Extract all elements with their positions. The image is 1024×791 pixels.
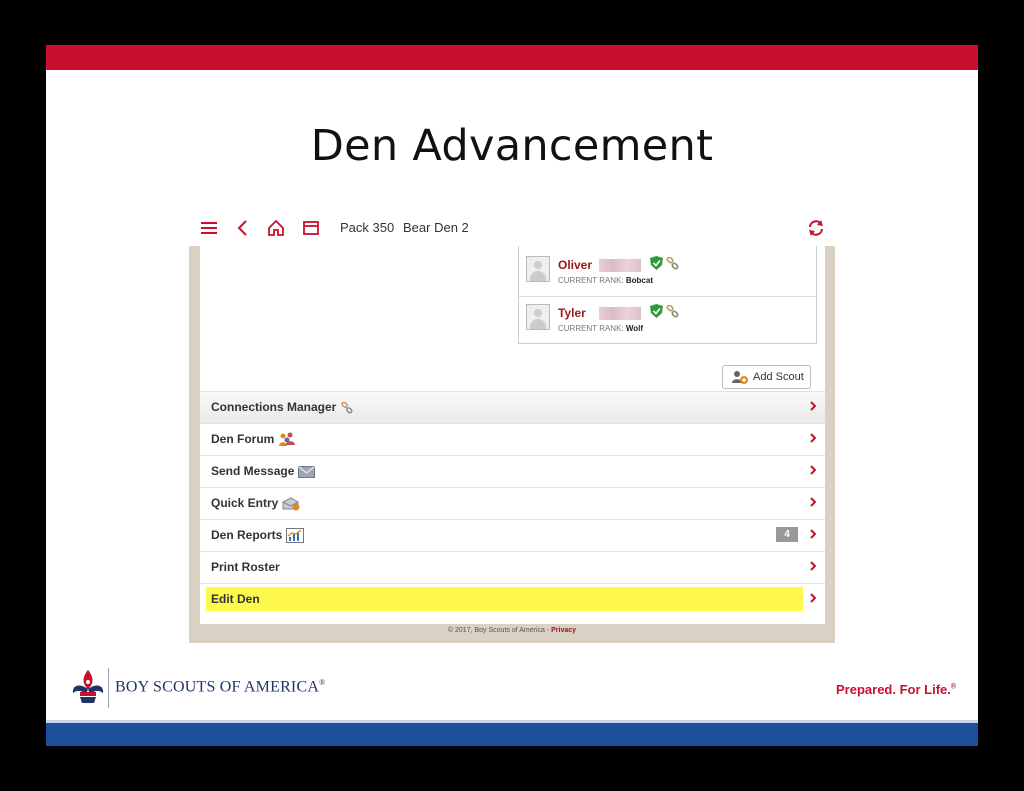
reports-count-badge: 4 — [776, 527, 798, 542]
people-icon — [279, 432, 296, 447]
scout-roster: Oliver CURRENT RANK: Bobcat Tyler CURREN… — [518, 246, 817, 344]
menu-item-den-reports[interactable]: Den Reports 4 — [200, 519, 825, 551]
redacted-surname — [599, 307, 641, 320]
chevron-right-icon — [810, 561, 817, 571]
logo-divider — [108, 668, 109, 708]
menu-item-label: Edit Den — [211, 592, 260, 606]
slide: Den Advancement Pack 350 Bear Den 2 Oliv… — [46, 45, 978, 746]
menu-item-label: Send Message — [211, 464, 295, 478]
app-screenshot: Pack 350 Bear Den 2 Oliver CURRENT RANK:… — [189, 210, 835, 643]
brand-name: BOY SCOUTS OF AMERICA® — [115, 678, 326, 696]
shield-check-icon — [650, 256, 663, 270]
scout-row[interactable]: Oliver CURRENT RANK: Bobcat — [519, 249, 816, 295]
copyright-text: © 2017, Boy Scouts of America - — [447, 627, 552, 634]
slide-title: Den Advancement — [310, 121, 714, 171]
menu-icon[interactable] — [199, 218, 219, 238]
menu-item-den-forum[interactable]: Den Forum — [200, 423, 825, 455]
chevron-right-icon — [810, 593, 817, 603]
bottom-blue-bar — [46, 720, 978, 746]
privacy-link[interactable]: Privacy — [551, 627, 576, 634]
add-scout-button[interactable]: Add Scout — [722, 365, 811, 389]
app-body: Oliver CURRENT RANK: Bobcat Tyler CURREN… — [189, 246, 835, 643]
chart-icon — [286, 528, 305, 544]
den-panel: Oliver CURRENT RANK: Bobcat Tyler CURREN… — [200, 246, 825, 624]
redacted-surname — [599, 259, 641, 272]
den-menu: Connections Manager Den Forum Send Messa… — [200, 391, 825, 615]
menu-item-label: Print Roster — [211, 560, 280, 574]
quick-entry-icon — [282, 497, 300, 511]
chevron-right-icon — [810, 465, 817, 475]
breadcrumb-den[interactable]: Bear Den 2 — [403, 220, 469, 235]
chevron-right-icon — [810, 529, 817, 539]
menu-item-send-message[interactable]: Send Message — [200, 455, 825, 487]
app-header: Pack 350 Bear Den 2 — [189, 210, 835, 246]
current-rank: CURRENT RANK: Wolf — [558, 324, 644, 333]
add-user-icon — [732, 371, 748, 384]
refresh-icon[interactable] — [806, 218, 826, 238]
highlight — [206, 587, 803, 611]
scout-row[interactable]: Tyler CURRENT RANK: Wolf — [519, 296, 816, 343]
menu-item-print-roster[interactable]: Print Roster — [200, 551, 825, 583]
bsa-fleur-de-lis-icon — [72, 670, 104, 703]
avatar — [526, 256, 550, 282]
menu-item-label: Connections Manager — [211, 400, 337, 414]
top-red-bar — [46, 45, 978, 70]
add-scout-label: Add Scout — [753, 371, 804, 383]
chevron-right-icon — [810, 433, 817, 443]
menu-item-label: Quick Entry — [211, 496, 279, 510]
home-icon[interactable] — [266, 218, 286, 238]
window-icon[interactable] — [301, 218, 321, 238]
scout-name[interactable]: Oliver — [558, 258, 592, 272]
back-icon[interactable] — [233, 218, 253, 238]
avatar — [526, 304, 550, 330]
current-rank: CURRENT RANK: Bobcat — [558, 276, 653, 285]
breadcrumb-pack[interactable]: Pack 350 — [340, 220, 394, 235]
menu-item-label: Den Reports — [211, 528, 283, 542]
shield-check-icon — [650, 304, 663, 318]
menu-item-label: Den Forum — [211, 432, 275, 446]
menu-item-connections-manager[interactable]: Connections Manager — [200, 391, 825, 423]
link-icon[interactable] — [666, 305, 679, 318]
app-footer: © 2017, Boy Scouts of America - Privacy — [189, 627, 835, 634]
link-icon[interactable] — [666, 257, 679, 270]
chevron-right-icon — [810, 497, 817, 507]
tagline: Prepared. For Life.® — [836, 682, 957, 697]
chevron-right-icon — [810, 401, 817, 411]
link-icon — [341, 401, 353, 414]
menu-item-edit-den[interactable]: Edit Den — [200, 583, 825, 615]
menu-item-quick-entry[interactable]: Quick Entry — [200, 487, 825, 519]
scout-name[interactable]: Tyler — [558, 306, 586, 320]
envelope-icon — [298, 465, 316, 478]
